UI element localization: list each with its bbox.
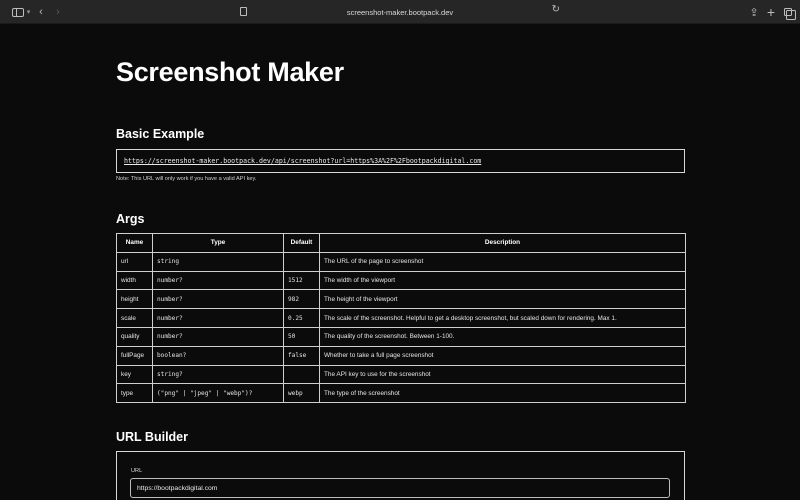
arg-default-cell: false [283, 345, 320, 366]
forward-button[interactable]: › [53, 4, 63, 20]
args-heading: Args [116, 212, 145, 226]
arg-type-cell: number? [152, 326, 284, 347]
chevron-down-icon: ▾ [26, 9, 31, 16]
arg-name-cell: type [116, 383, 153, 404]
chevron-right-icon: › [56, 6, 60, 18]
url-field-label: URL [131, 468, 143, 474]
url-input[interactable] [130, 478, 670, 498]
table-header-row: Name Type Default Description [116, 233, 686, 253]
plus-icon: + [766, 4, 776, 20]
url-builder-heading: URL Builder [116, 430, 188, 444]
arg-description-cell: The scale of the screenshot. Helpful to … [319, 308, 686, 328]
address-bar[interactable]: screenshot-maker.bootpack.dev ↻ [230, 4, 570, 20]
address-bar-url: screenshot-maker.bootpack.dev [346, 7, 454, 17]
lock-icon [240, 7, 247, 16]
arg-name-cell: height [116, 289, 153, 310]
basic-example-url-box: https://screenshot-maker.bootpack.dev/ap… [116, 149, 685, 173]
sidebar-icon [11, 7, 24, 17]
arg-type-cell: string? [152, 364, 284, 385]
basic-example-link[interactable]: https://screenshot-maker.bootpack.dev/ap… [124, 157, 481, 165]
arg-type-cell: number? [152, 270, 284, 291]
column-header-default: Default [283, 233, 320, 253]
arg-description-cell: The type of the screenshot [319, 383, 686, 404]
arg-default-cell: webp [283, 383, 320, 404]
table-row: fullPage boolean? false Whether to take a f… [116, 345, 686, 366]
table-row: width number? 1512 The width of the viewpor… [116, 270, 686, 291]
arg-description-cell: The height of the viewport [319, 289, 686, 310]
arg-description-cell: The quality of the screenshot. Between 1… [319, 326, 686, 347]
arg-description-cell: Whether to take a full page screenshot [319, 345, 686, 366]
reload-icon[interactable]: ↻ [552, 4, 560, 15]
arg-type-cell: number? [152, 308, 284, 328]
arg-name-cell: quality [116, 326, 153, 347]
arg-name-cell: width [116, 270, 153, 291]
arg-type-cell: number? [152, 289, 284, 310]
url-builder-panel: URL [116, 451, 685, 500]
arg-description-cell: The width of the viewport [319, 270, 686, 291]
api-key-note: Note: This URL will only work if you hav… [116, 176, 257, 182]
table-row: height number? 982 The height of the viewpo… [116, 289, 686, 310]
arg-default-cell: 982 [283, 289, 320, 310]
basic-example-heading: Basic Example [116, 127, 205, 141]
arg-type-cell: string [152, 251, 284, 272]
new-tab-button[interactable]: + [765, 4, 777, 20]
arg-description-cell: The URL of the page to screenshot [319, 251, 686, 272]
arg-name-cell: key [116, 364, 153, 385]
tab-overview-button[interactable] [782, 4, 796, 20]
arg-default-cell [283, 364, 320, 385]
table-row: type ("png" | "jpeg" | "webp")? webp The ty… [116, 383, 686, 404]
table-row: scale number? 0.25 The scale of the screens… [116, 308, 686, 328]
arg-type-cell: boolean? [152, 345, 284, 366]
share-icon: ⇪ [749, 6, 759, 19]
table-row: quality number? 50 The quality of the scree… [116, 326, 686, 347]
column-header-description: Description [319, 233, 686, 253]
args-table: Name Type Default Description url string T… [116, 233, 686, 404]
chevron-left-icon: ‹ [39, 6, 43, 18]
arg-type-cell: ("png" | "jpeg" | "webp")? [152, 383, 284, 404]
arg-name-cell: scale [116, 308, 153, 328]
arg-description-cell: The API key to use for the screenshot [319, 364, 686, 385]
column-header-type: Type [152, 233, 284, 253]
arg-default-cell: 50 [283, 326, 320, 347]
column-header-name: Name [116, 233, 153, 253]
back-button[interactable]: ‹ [36, 4, 46, 20]
arg-default-cell: 1512 [283, 270, 320, 291]
arg-name-cell: fullPage [116, 345, 153, 366]
table-row: key string? The API key to use for the scr… [116, 364, 686, 385]
page-title: Screenshot Maker [116, 57, 344, 87]
table-row: url string The URL of the page to screensh… [116, 251, 686, 272]
share-button[interactable]: ⇪ [748, 4, 760, 20]
arg-default-cell: 0.25 [283, 308, 320, 328]
sidebar-toggle-button[interactable]: ▾ [8, 4, 34, 20]
tabs-overview-icon [784, 8, 796, 20]
arg-name-cell: url [116, 251, 153, 272]
browser-toolbar: ▾ ‹ › screenshot-maker.bootpack.dev ↻ ⇪ … [0, 0, 800, 24]
arg-default-cell [283, 251, 320, 272]
